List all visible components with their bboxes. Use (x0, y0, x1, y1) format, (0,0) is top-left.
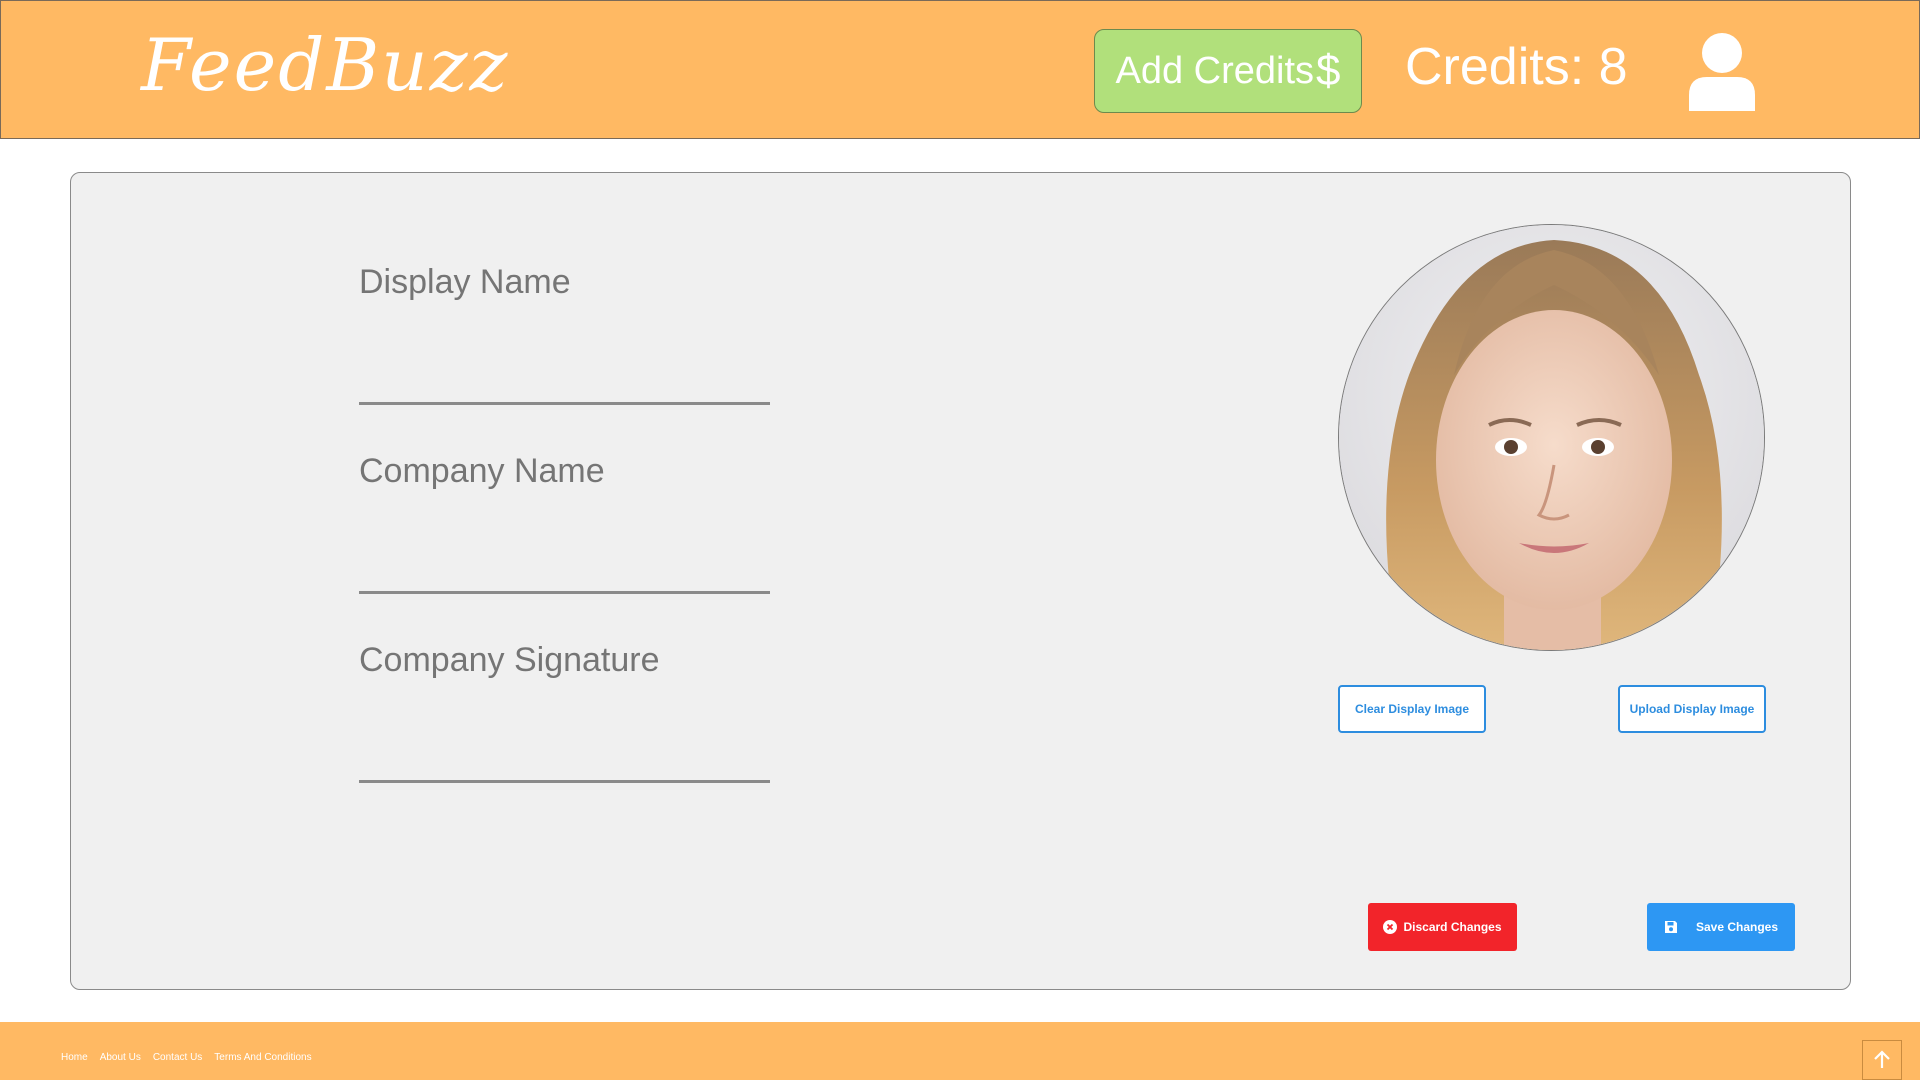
display-name-input[interactable] (359, 361, 770, 405)
add-credits-label: Add Credits (1115, 49, 1315, 92)
dollar-icon: $ (1316, 46, 1341, 95)
discard-changes-button[interactable]: Discard Changes (1368, 903, 1517, 951)
company-signature-label: Company Signature (359, 641, 660, 679)
company-name-input[interactable] (359, 550, 770, 594)
app-header: FeedBuzz Add Credits $ Credits: 8 (0, 0, 1920, 139)
save-changes-label: Save Changes (1695, 920, 1779, 934)
user-icon[interactable] (1687, 31, 1757, 111)
company-signature-input[interactable] (359, 739, 770, 783)
credits-counter: Credits: 8 (1405, 38, 1628, 96)
footer-link-contact-us[interactable]: Contact Us (153, 1052, 202, 1063)
company-signature-field: Company Signature (359, 641, 770, 783)
discard-changes-label: Discard Changes (1403, 920, 1502, 934)
display-name-label: Display Name (359, 263, 571, 301)
brand-logo[interactable]: FeedBuzz (141, 23, 509, 107)
footer-link-terms[interactable]: Terms And Conditions (214, 1052, 311, 1063)
footer-links: Home About Us Contact Us Terms And Condi… (61, 1052, 312, 1063)
clear-display-image-button[interactable]: Clear Display Image (1338, 685, 1486, 733)
floppy-disk-icon (1664, 921, 1677, 933)
add-credits-button[interactable]: Add Credits $ (1094, 29, 1362, 113)
company-name-field: Company Name (359, 452, 770, 594)
upload-display-image-button[interactable]: Upload Display Image (1618, 685, 1766, 733)
save-changes-button[interactable]: Save Changes (1647, 903, 1795, 951)
display-image (1338, 224, 1765, 651)
close-circle-icon (1383, 920, 1398, 934)
profile-settings-panel: Display Name Company Name Company Signat… (70, 172, 1851, 990)
footer-link-home[interactable]: Home (61, 1052, 88, 1063)
company-name-label: Company Name (359, 452, 605, 490)
app-footer: Home About Us Contact Us Terms And Condi… (0, 1022, 1920, 1080)
arrow-up-icon (1874, 1050, 1890, 1068)
scroll-to-top-button[interactable] (1862, 1040, 1902, 1080)
profile-photo (1339, 225, 1764, 650)
footer-link-about-us[interactable]: About Us (100, 1052, 141, 1063)
display-name-field: Display Name (359, 263, 770, 405)
